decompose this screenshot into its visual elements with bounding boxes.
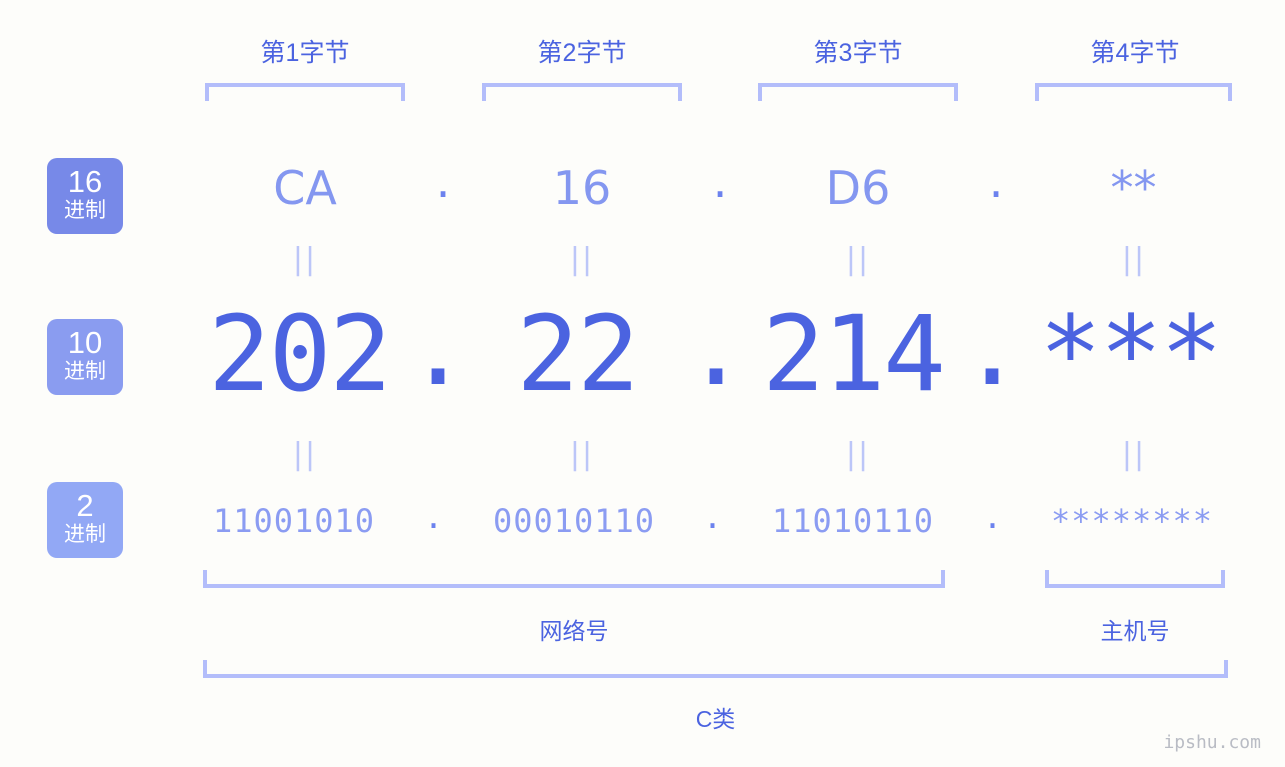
base-badge-binary-number: 2	[76, 488, 94, 523]
hex-byte-1: CA	[273, 161, 337, 215]
binary-byte-3: 11010110	[771, 502, 935, 540]
network-bracket	[203, 570, 945, 588]
base-badge-decimal: 10 进制	[47, 319, 123, 395]
equals-connector-dec-bin-2: ||	[569, 437, 595, 472]
ip-breakdown-diagram: 第1字节 第2字节 第3字节 第4字节 16 进制 10 进制 2 进制 CA …	[0, 0, 1285, 767]
decimal-separator-2: .	[684, 287, 748, 409]
binary-byte-2: 00010110	[492, 502, 656, 540]
byte-bracket-4	[1035, 83, 1232, 101]
decimal-byte-1: 202	[208, 293, 392, 415]
byte-title-2: 第2字节	[537, 39, 627, 67]
byte-bracket-3	[758, 83, 958, 101]
binary-byte-4: ********	[1050, 502, 1214, 540]
decimal-byte-4: ***	[1039, 293, 1223, 415]
binary-separator-2: .	[702, 498, 724, 536]
byte-title-1: 第1字节	[260, 39, 350, 67]
hex-separator-3: .	[988, 154, 1004, 208]
binary-separator-1: .	[423, 498, 445, 536]
watermark: ipshu.com	[1163, 732, 1261, 753]
host-bracket	[1045, 570, 1225, 588]
equals-connector-hex-dec-3: ||	[845, 242, 871, 277]
base-badge-binary: 2 进制	[47, 482, 123, 558]
decimal-separator-1: .	[406, 287, 470, 409]
class-label: C类	[695, 706, 736, 732]
base-badge-hex: 16 进制	[47, 158, 123, 234]
equals-connector-dec-bin-3: ||	[845, 437, 871, 472]
decimal-separator-3: .	[960, 287, 1024, 409]
decimal-byte-3: 214	[762, 293, 946, 415]
equals-connector-dec-bin-4: ||	[1121, 437, 1147, 472]
base-badge-binary-unit: 进制	[64, 523, 106, 546]
binary-byte-1: 11001010	[212, 502, 376, 540]
hex-separator-1: .	[435, 154, 451, 208]
hex-byte-4: **	[1110, 161, 1157, 215]
network-label: 网络号	[539, 618, 609, 644]
host-label: 主机号	[1100, 618, 1170, 644]
decimal-byte-2: 22	[516, 293, 639, 415]
binary-separator-3: .	[982, 498, 1004, 536]
byte-bracket-1	[205, 83, 405, 101]
hex-separator-2: .	[712, 154, 728, 208]
equals-connector-hex-dec-1: ||	[292, 242, 318, 277]
class-bracket	[203, 660, 1228, 678]
byte-bracket-2	[482, 83, 682, 101]
base-badge-hex-unit: 进制	[64, 199, 106, 222]
byte-title-4: 第4字节	[1090, 39, 1180, 67]
base-badge-decimal-number: 10	[67, 325, 103, 360]
base-badge-decimal-unit: 进制	[64, 360, 106, 383]
equals-connector-dec-bin-1: ||	[292, 437, 318, 472]
hex-byte-2: 16	[552, 161, 612, 215]
hex-byte-3: D6	[825, 161, 891, 215]
equals-connector-hex-dec-4: ||	[1121, 242, 1147, 277]
byte-title-3: 第3字节	[813, 39, 903, 67]
equals-connector-hex-dec-2: ||	[569, 242, 595, 277]
base-badge-hex-number: 16	[67, 164, 103, 199]
